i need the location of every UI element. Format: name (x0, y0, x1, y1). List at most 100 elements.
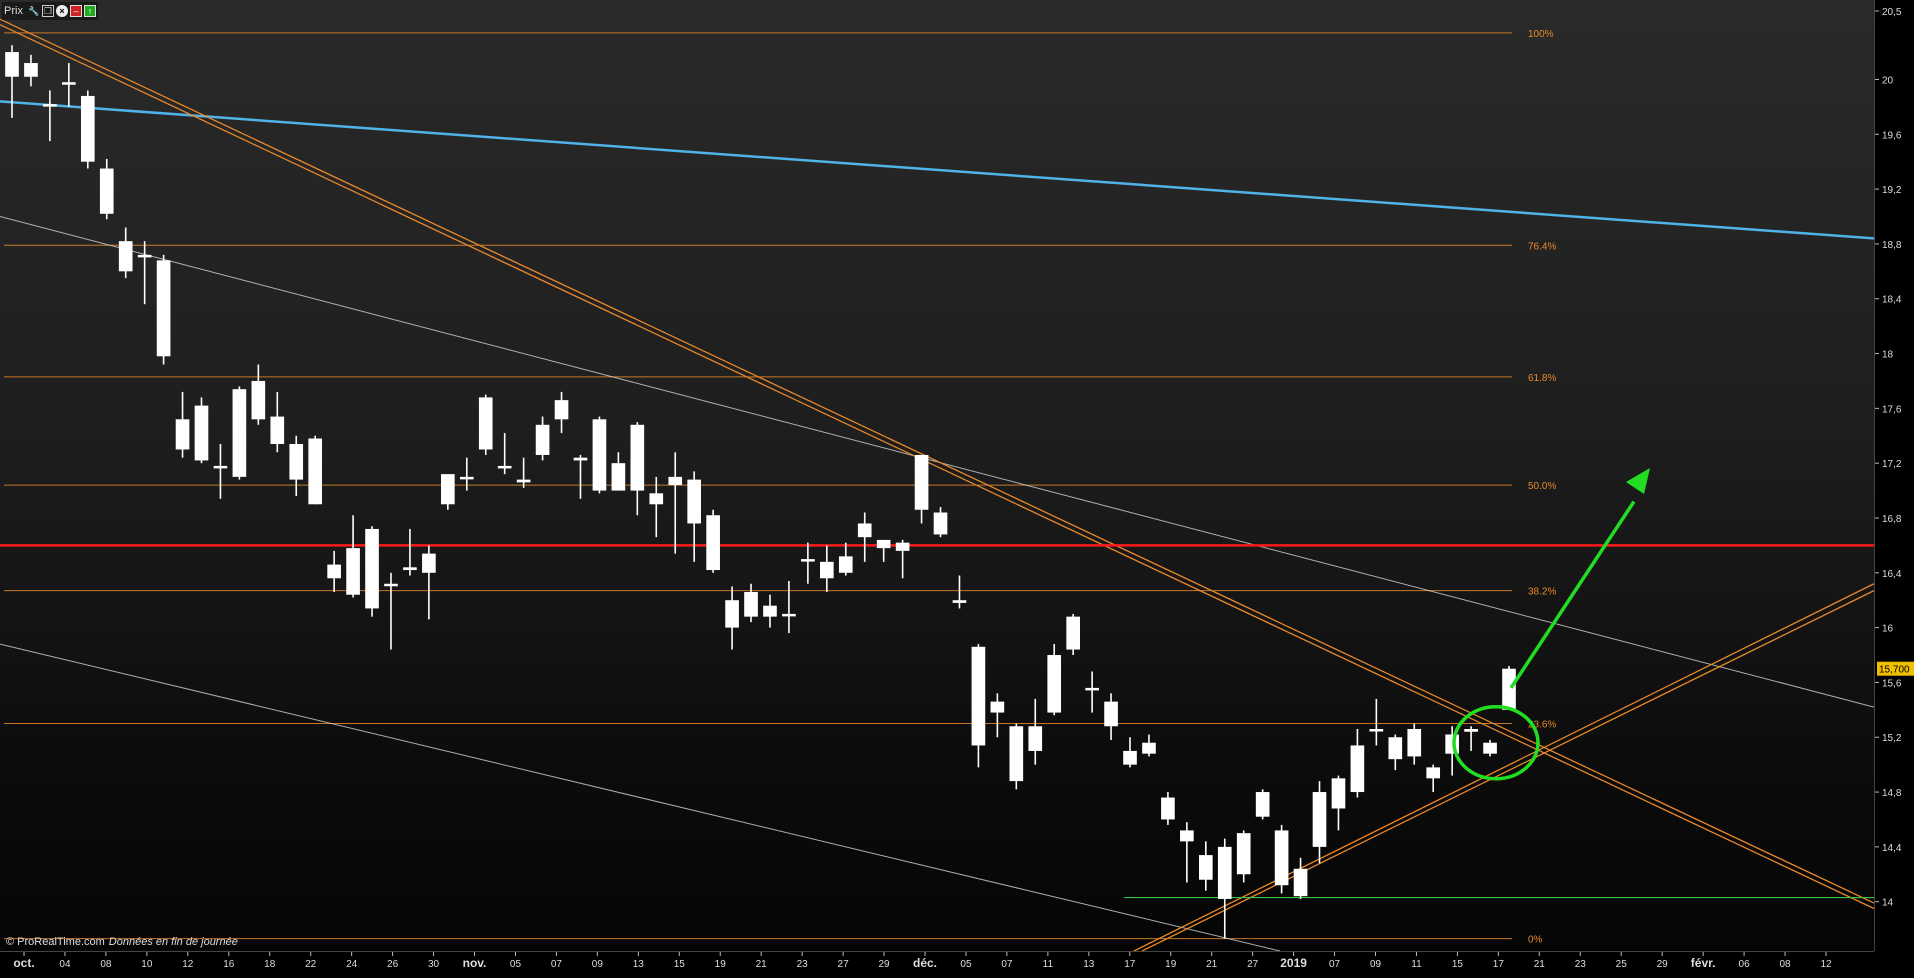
time-tick-label: 17 (1124, 959, 1136, 970)
time-tick: 12 (1820, 952, 1832, 970)
add-indicator-icon[interactable]: ↑ (83, 5, 96, 17)
time-tick-label: 23 (1575, 959, 1587, 970)
time-tick-label: 15 (674, 959, 686, 970)
candle-body (478, 397, 493, 450)
time-tick-label: 26 (387, 959, 399, 970)
time-tick-label: 21 (1534, 959, 1546, 970)
candle-body (80, 95, 95, 162)
candle (1255, 789, 1270, 820)
candle (763, 594, 777, 628)
candle-body (668, 476, 683, 486)
candle (1483, 739, 1497, 757)
price-tick: 15,2 (1875, 733, 1902, 744)
candle (99, 158, 114, 220)
time-tick: 07 (551, 952, 562, 970)
candle-body (1483, 742, 1497, 754)
candle-body (213, 465, 228, 469)
candle-body (592, 419, 607, 491)
candle-body (1502, 668, 1516, 710)
price-tick-label: 19,6 (1882, 130, 1902, 141)
candle-body (876, 539, 891, 549)
candle (403, 528, 417, 576)
candle (990, 693, 1005, 738)
time-axis[interactable]: oct. 04 08 10 12 16 18 22 24 26 30 nov. 05 07 09 13 15 19… (0, 951, 1874, 973)
price-tick-label: 14,4 (1882, 843, 1902, 854)
candle-body (706, 515, 720, 571)
candle-body (99, 168, 114, 214)
candle (630, 422, 645, 516)
time-tick: 21 (756, 952, 767, 970)
time-tick: 08 (1779, 952, 1791, 970)
price-tick: 19,6 (1875, 130, 1902, 141)
time-tick-label: 05 (960, 959, 972, 970)
time-tick: 21 (1534, 952, 1546, 970)
candle-body (687, 479, 701, 524)
candle (611, 452, 626, 491)
candle (5, 45, 19, 118)
close-icon[interactable]: × (55, 5, 68, 17)
price-tick-label: 19,2 (1882, 185, 1902, 196)
candle-body (895, 542, 910, 551)
candle-body (327, 564, 341, 579)
price-tick: 14 (1875, 898, 1894, 909)
candle (175, 391, 190, 458)
price-tick: 16,4 (1875, 569, 1902, 580)
time-tick-label: 06 (1739, 959, 1751, 970)
candle (1350, 729, 1365, 798)
candle-body (1255, 792, 1270, 817)
time-tick: 26 (387, 952, 399, 970)
price-tick-label: 16 (1882, 624, 1894, 635)
time-tick-label: 13 (633, 959, 645, 970)
price-tick-label: 17,6 (1882, 404, 1902, 415)
candle-body (1388, 737, 1403, 760)
time-tick: 15 (674, 952, 686, 970)
restore-window-icon[interactable]: ❐ (41, 5, 54, 17)
candle-body (1236, 833, 1251, 875)
breakout-arrowhead (1626, 468, 1650, 494)
time-tick: 18 (264, 952, 276, 970)
time-axis-labels: oct. 04 08 10 12 16 18 22 24 26 30 nov. 05 07 09 13 15 19… (13, 952, 1832, 970)
time-tick: 05 (960, 952, 972, 970)
candle (1293, 857, 1308, 899)
candle (535, 416, 550, 461)
candle (1274, 824, 1289, 894)
candle (801, 542, 815, 584)
candle-body (384, 583, 398, 587)
chart-area[interactable]: 100%76.4%61.8%50.0%38.2%23.6%0%LO 13,73 … (0, 0, 1874, 951)
time-tick: 11 (1043, 952, 1054, 970)
remove-indicator-icon[interactable]: – (69, 5, 82, 17)
price-tick: 18,8 (1875, 240, 1902, 251)
uptrend-line-a (1133, 583, 1874, 951)
price-tick-label: 16,4 (1882, 569, 1902, 580)
time-tick: déc. (913, 952, 937, 970)
candle-body (1407, 729, 1422, 757)
candle-body (1180, 830, 1194, 842)
time-tick-label: 11 (1043, 959, 1054, 970)
time-tick: 11 (1411, 952, 1422, 970)
price-chart[interactable]: 100%76.4%61.8%50.0%38.2%23.6%0%LO 13,73 (0, 0, 1874, 951)
time-tick: 05 (510, 952, 521, 970)
fib-level-label: 76.4% (1528, 241, 1556, 252)
price-tick: 19,2 (1875, 185, 1902, 196)
time-tick: 2019 (1280, 952, 1307, 970)
candle (668, 452, 683, 554)
candle-body (1085, 687, 1099, 691)
wrench-icon[interactable]: 🔧 (28, 5, 40, 17)
time-tick-label: 27 (838, 959, 850, 970)
candle-body (137, 254, 152, 258)
candle (43, 90, 57, 142)
candle-body (971, 646, 986, 746)
candle-body (801, 559, 815, 562)
candle (1142, 734, 1156, 757)
candle-body (118, 241, 133, 272)
downtrend-line-b (0, 24, 1874, 910)
candle-body (1028, 726, 1043, 751)
candle-body (1274, 830, 1289, 886)
candle-body (156, 260, 171, 357)
candle (1369, 698, 1384, 746)
price-axis[interactable]: 20,5 20 19,6 19,2 18,8 18,4 18 17,6 17,2 16,8 16,4… (1874, 0, 1914, 951)
candle (933, 507, 948, 538)
time-tick-label: 25 (1616, 959, 1628, 970)
time-tick-label: oct. (13, 956, 34, 970)
candle (213, 443, 228, 499)
